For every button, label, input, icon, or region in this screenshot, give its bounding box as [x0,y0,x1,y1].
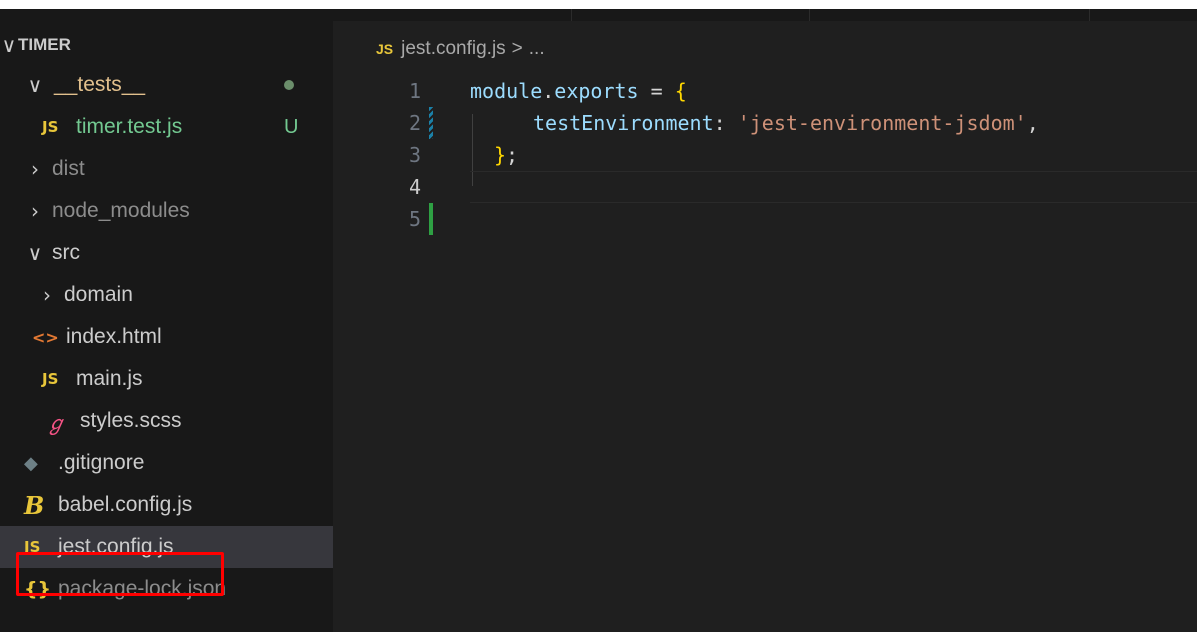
code-token: testEnvironment [533,111,714,135]
code-text: module.exports = { [470,75,687,107]
tree-item-timer-test[interactable]: JS timer.test.js U [0,106,333,148]
chevron-right-icon: › [31,157,39,181]
breadcrumb[interactable]: JS jest.config.js > ... [376,38,545,60]
tree-item-label: babel.config.js [58,493,193,516]
chevron-down-icon: ∨ [1,33,17,57]
tree-item-label: .gitignore [58,451,145,474]
code-editor[interactable]: JS jest.config.js > ... 1 module.exports… [333,9,1197,632]
tree-item-gitignore[interactable]: ◆ .gitignore [0,442,333,484]
root-folder-label: TIMER [18,35,71,54]
tree-item-dist-folder[interactable]: › dist [0,148,333,190]
babel-file-icon: B [24,490,45,520]
tree-item-label: styles.scss [80,409,182,432]
line-number: 3 [408,143,421,167]
git-file-icon: ◆ [24,452,38,474]
highlight-annotation-box [16,552,224,596]
code-text: }; [494,139,518,171]
code-token: module [470,79,543,103]
tab-separator [809,9,810,21]
top-strip [0,0,1197,9]
line-number: 1 [408,79,421,103]
breadcrumb-file[interactable]: jest.config.js [401,38,506,60]
tree-item-label: index.html [66,325,162,348]
code-token: 'jest-environment-jsdom' [737,111,1027,135]
breadcrumb-rest[interactable]: ... [529,38,545,60]
explorer-sidebar: ∨ TIMER ∨ __tests__ JS timer.test.js U ›… [0,9,333,632]
tree-item-label: main.js [76,367,143,390]
line-number: 2 [408,111,421,135]
chevron-right-icon: › [43,283,51,307]
tree-item-index-html[interactable]: <> index.html [0,316,333,358]
code-token: , [1026,111,1039,135]
current-line-highlight [470,171,1197,203]
code-line-3[interactable]: 3 }; [333,139,1197,171]
tree-item-label: domain [64,283,133,306]
gutter-modified-marker [429,107,433,139]
line-number: 4 [408,175,421,199]
code-line-4[interactable]: 4 [333,171,1197,203]
javascript-file-icon: JS [42,370,59,388]
code-token: . [542,79,555,103]
gutter-added-marker [429,203,433,235]
tree-item-babel-config[interactable]: B babel.config.js [0,484,333,526]
html-file-icon: <> [32,327,59,347]
tree-item-src-folder[interactable]: ∨ src [0,232,333,274]
chevron-down-icon: ∨ [27,241,43,265]
editor-tab-bar [333,9,1197,21]
untracked-badge: U [284,115,299,138]
tree-item-main-js[interactable]: JS main.js [0,358,333,400]
tree-item-node-modules-folder[interactable]: › node_modules [0,190,333,232]
chevron-right-icon: › [31,199,39,223]
tree-item-domain-folder[interactable]: › domain [0,274,333,316]
code-token: exports [554,79,639,103]
code-token: : [713,111,738,135]
sass-file-icon: ℊ [46,410,66,435]
code-line-1[interactable]: 1 module.exports = { [333,75,1197,107]
code-token: } [494,143,507,167]
tab-separator [1089,9,1090,21]
tree-item-label: __tests__ [54,73,146,96]
tree-item-label: src [52,241,80,264]
line-number: 5 [408,207,421,231]
tree-item-label: dist [52,157,85,180]
code-token: = [638,79,675,103]
code-line-5[interactable]: 5 [333,203,1197,235]
tree-item-label: timer.test.js [76,115,183,138]
chevron-right-icon: > [511,38,523,59]
tab-separator [571,9,572,21]
code-text: testEnvironment: 'jest-environment-jsdom… [533,107,1039,139]
code-token: { [674,79,687,103]
javascript-file-icon: JS [42,118,59,136]
explorer-root-folder[interactable]: ∨ TIMER [0,26,333,64]
tree-item-tests-folder[interactable]: ∨ __tests__ [0,64,333,106]
modified-dot-icon [284,80,294,90]
tree-item-styles-scss[interactable]: ℊ styles.scss [0,400,333,442]
tree-item-label: node_modules [52,199,190,222]
code-line-2[interactable]: 2 testEnvironment: 'jest-environment-jsd… [333,107,1197,139]
code-token: ; [506,143,519,167]
chevron-down-icon: ∨ [27,73,43,97]
javascript-file-icon: JS [376,41,394,57]
